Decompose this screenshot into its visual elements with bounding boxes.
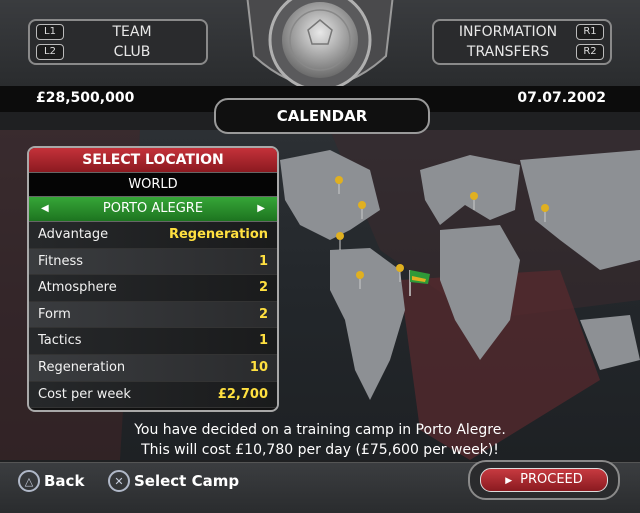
select-camp-label: Select Camp <box>134 472 240 490</box>
pin-icon[interactable] <box>470 192 478 210</box>
play-icon: ▶ <box>505 476 513 486</box>
arrow-left-icon[interactable]: ◀ <box>41 197 49 221</box>
stat-row-form: Form 2 <box>29 301 277 329</box>
stat-label: Advantage <box>38 227 109 242</box>
stat-row-advantage: Advantage Regeneration <box>29 222 277 249</box>
proceed-label: PROCEED <box>520 472 583 487</box>
stat-row-regeneration: Regeneration 10 <box>29 354 277 382</box>
stat-label: Form <box>38 306 71 322</box>
stat-value: 1 <box>258 333 268 349</box>
stat-row-atmosphere: Atmosphere 2 <box>29 275 277 302</box>
stat-value: 1 <box>258 253 268 269</box>
arrow-right-icon[interactable]: ▶ <box>257 197 265 221</box>
stat-row-cost: Cost per week £2,700 <box>29 381 277 409</box>
pin-icon[interactable] <box>336 232 344 250</box>
stat-value: 2 <box>258 306 268 322</box>
selected-flag-icon[interactable] <box>409 270 430 296</box>
back-label: Back <box>44 472 85 490</box>
location-panel: SELECT LOCATION WORLD ◀ PORTO ALEGRE ▶ A… <box>27 146 279 412</box>
stat-row-tactics: Tactics 1 <box>29 328 277 355</box>
pin-icon[interactable] <box>358 201 366 219</box>
stat-label: Fitness <box>38 253 84 269</box>
stat-label: Regeneration <box>38 359 126 375</box>
pin-icon[interactable] <box>396 264 404 282</box>
pin-icon[interactable] <box>356 271 364 289</box>
region-selector[interactable]: WORLD <box>29 172 277 197</box>
select-camp-button[interactable]: ✕ Select Camp <box>108 470 239 492</box>
stat-label: Atmosphere <box>38 280 117 296</box>
triangle-icon: △ <box>18 470 40 492</box>
stat-value: Regeneration <box>168 227 268 242</box>
message-line-1: You have decided on a training camp in P… <box>134 422 506 438</box>
stat-label: Cost per week <box>38 386 131 402</box>
confirmation-message: You have decided on a training camp in P… <box>0 420 640 460</box>
stats-list: Advantage Regeneration Fitness 1 Atmosph… <box>29 222 277 409</box>
location-name: PORTO ALEGRE <box>102 201 204 216</box>
message-line-2: This will cost £10,780 per day (£75,600 … <box>141 442 499 458</box>
proceed-frame: ▶ PROCEED <box>468 460 620 500</box>
proceed-button[interactable]: ▶ PROCEED <box>480 468 608 492</box>
pin-icon[interactable] <box>541 204 549 222</box>
stat-label: Tactics <box>38 333 82 349</box>
stat-value: 2 <box>258 280 268 296</box>
stat-row-fitness: Fitness 1 <box>29 248 277 276</box>
back-button[interactable]: △ Back <box>18 470 84 492</box>
cross-icon: ✕ <box>108 470 130 492</box>
panel-title: SELECT LOCATION <box>29 148 277 172</box>
stat-value: £2,700 <box>217 386 268 402</box>
location-selector[interactable]: ◀ PORTO ALEGRE ▶ <box>29 197 277 222</box>
pin-icon[interactable] <box>335 176 343 194</box>
stat-value: 10 <box>249 359 268 375</box>
